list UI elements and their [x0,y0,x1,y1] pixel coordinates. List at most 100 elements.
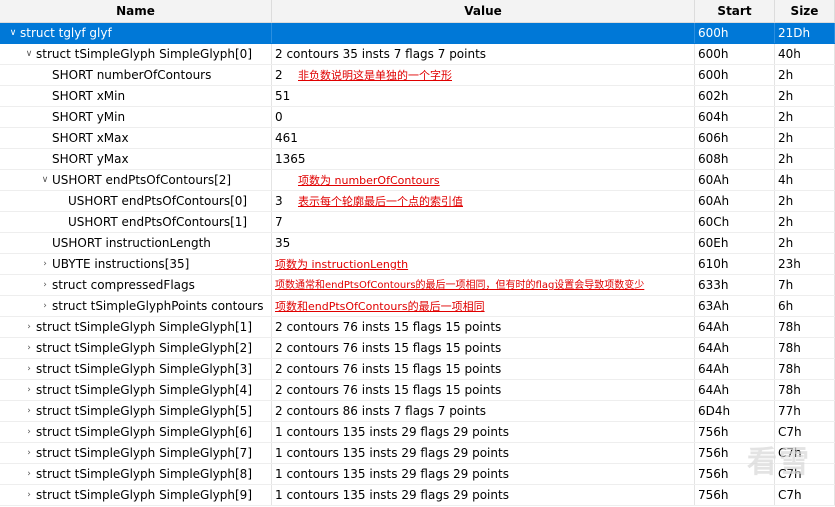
row-value: 1 contours 135 insts 29 flags 29 points [272,485,695,505]
chevron-right-icon[interactable]: › [22,317,36,337]
tree-row-xmin[interactable]: SHORT xMin 51 602h 2h [0,86,835,107]
row-value: 1365 [272,149,695,169]
chevron-down-icon[interactable]: ∨ [22,44,36,64]
row-size: 2h [775,128,835,148]
row-start: 64Ah [695,317,775,337]
row-size: C7h [775,485,835,505]
row-name: SHORT yMin [52,110,126,124]
tree-row-simpleglyph-8[interactable]: › struct tSimpleGlyph SimpleGlyph[8] 1 c… [0,464,835,485]
row-value: 1 contours 135 insts 29 flags 29 points [272,464,695,484]
chevron-down-icon[interactable]: ∨ [6,23,20,43]
row-start: 604h [695,107,775,127]
row-name: struct compressedFlags [52,278,195,292]
chevron-right-icon[interactable]: › [22,464,36,484]
chevron-right-icon[interactable]: › [22,338,36,358]
tree-row-simpleglyph-0[interactable]: ∨ struct tSimpleGlyph SimpleGlyph[0] 2 c… [0,44,835,65]
row-value: 2 contours 35 insts 7 flags 7 points [272,44,695,64]
tree-row-instructionlength[interactable]: USHORT instructionLength 35 60Eh 2h [0,233,835,254]
row-name: USHORT endPtsOfContours[2] [52,173,232,187]
row-start: 64Ah [695,338,775,358]
row-value: 7 [272,212,695,232]
watermark-logo: 看雪 [747,445,811,480]
chevron-right-icon[interactable]: › [22,485,36,505]
column-header-name[interactable]: Name [0,0,272,22]
tree-row-simpleglyph-1[interactable]: › struct tSimpleGlyph SimpleGlyph[1] 2 c… [0,317,835,338]
chevron-right-icon[interactable]: › [22,401,36,421]
tree-row-xmax[interactable]: SHORT xMax 461 606h 2h [0,128,835,149]
row-size: 23h [775,254,835,274]
column-header-value[interactable]: Value [272,0,695,22]
row-value: 2 contours 76 insts 15 flags 15 points [272,317,695,337]
row-start: 64Ah [695,380,775,400]
template-results-tree: ∨ struct tglyf glyf 600h 21Dh ∨ struct t… [0,23,835,506]
annotation-note: 项数为 numberOfContours [298,174,440,187]
row-start: 600h [695,23,775,43]
row-start: 602h [695,86,775,106]
tree-row-endptsofcontours-0[interactable]: USHORT endPtsOfContours[0] 3 表示每个轮廓最后一个点… [0,191,835,212]
row-size: 40h [775,44,835,64]
row-size: 78h [775,359,835,379]
row-size: 7h [775,275,835,295]
row-value: 2 contours 76 insts 15 flags 15 points [272,359,695,379]
row-size: 2h [775,233,835,253]
row-name: struct tSimpleGlyph SimpleGlyph[9] [36,488,252,502]
tree-row-simpleglyph-4[interactable]: › struct tSimpleGlyph SimpleGlyph[4] 2 c… [0,380,835,401]
row-value: 2 contours 76 insts 15 flags 15 points [272,338,695,358]
row-start: 60Ah [695,170,775,190]
tree-row-compressedflags[interactable]: › struct compressedFlags 项数通常和endPtsOfCo… [0,275,835,296]
chevron-right-icon[interactable]: › [22,422,36,442]
chevron-right-icon[interactable]: › [22,380,36,400]
row-value: 3 [275,194,283,208]
column-header-size[interactable]: Size [775,0,835,22]
row-name: SHORT numberOfContours [52,68,212,82]
row-name: UBYTE instructions[35] [52,257,190,271]
row-size: 21Dh [775,23,835,43]
tree-row-simpleglyph-7[interactable]: › struct tSimpleGlyph SimpleGlyph[7] 1 c… [0,443,835,464]
tree-row-contours[interactable]: › struct tSimpleGlyphPoints contours 项数和… [0,296,835,317]
row-start: 63Ah [695,296,775,316]
row-value: 1 contours 135 insts 29 flags 29 points [272,422,695,442]
tree-row-simpleglyph-9[interactable]: › struct tSimpleGlyph SimpleGlyph[9] 1 c… [0,485,835,506]
tree-row-simpleglyph-5[interactable]: › struct tSimpleGlyph SimpleGlyph[5] 2 c… [0,401,835,422]
tree-row-ymin[interactable]: SHORT yMin 0 604h 2h [0,107,835,128]
tree-row-endptsofcontours[interactable]: ∨ USHORT endPtsOfContours[2] 项数为 numberO… [0,170,835,191]
row-name: USHORT instructionLength [52,236,211,250]
row-size: 2h [775,107,835,127]
chevron-right-icon[interactable]: › [38,296,52,316]
tree-row-simpleglyph-6[interactable]: › struct tSimpleGlyph SimpleGlyph[6] 1 c… [0,422,835,443]
chevron-right-icon[interactable]: › [22,359,36,379]
column-header-start[interactable]: Start [695,0,775,22]
row-start: 60Ah [695,191,775,211]
row-name: SHORT xMin [52,89,126,103]
row-value: 35 [272,233,695,253]
row-size: 2h [775,212,835,232]
chevron-down-icon[interactable]: ∨ [38,170,52,190]
row-value: 461 [272,128,695,148]
tree-row-ymax[interactable]: SHORT yMax 1365 608h 2h [0,149,835,170]
row-value: 2 [275,68,283,82]
row-value: 2 contours 86 insts 7 flags 7 points [272,401,695,421]
row-start: 64Ah [695,359,775,379]
column-header: Name Value Start Size [0,0,835,23]
row-name: struct tSimpleGlyph SimpleGlyph[3] [36,362,252,376]
chevron-right-icon[interactable]: › [38,275,52,295]
row-size: 2h [775,191,835,211]
row-size: 2h [775,86,835,106]
chevron-right-icon[interactable]: › [38,254,52,274]
tree-row-instructions[interactable]: › UBYTE instructions[35] 项数为 instruction… [0,254,835,275]
row-name: USHORT endPtsOfContours[0] [68,194,248,208]
tree-row-simpleglyph-3[interactable]: › struct tSimpleGlyph SimpleGlyph[3] 2 c… [0,359,835,380]
tree-row-glyf[interactable]: ∨ struct tglyf glyf 600h 21Dh [0,23,835,44]
row-name: struct tSimpleGlyph SimpleGlyph[4] [36,383,252,397]
row-name: struct tglyf glyf [20,26,112,40]
row-value: 0 [272,107,695,127]
row-name: struct tSimpleGlyphPoints contours [52,299,264,313]
tree-row-simpleglyph-2[interactable]: › struct tSimpleGlyph SimpleGlyph[2] 2 c… [0,338,835,359]
row-start: 610h [695,254,775,274]
row-name: struct tSimpleGlyph SimpleGlyph[1] [36,320,252,334]
tree-row-endptsofcontours-1[interactable]: USHORT endPtsOfContours[1] 7 60Ch 2h [0,212,835,233]
tree-row-numberofcontours[interactable]: SHORT numberOfContours 2 非负数说明这是单独的一个字形 … [0,65,835,86]
row-name: SHORT yMax [52,152,129,166]
chevron-right-icon[interactable]: › [22,443,36,463]
annotation-note: 项数和endPtsOfContours的最后一项相同 [275,300,485,313]
